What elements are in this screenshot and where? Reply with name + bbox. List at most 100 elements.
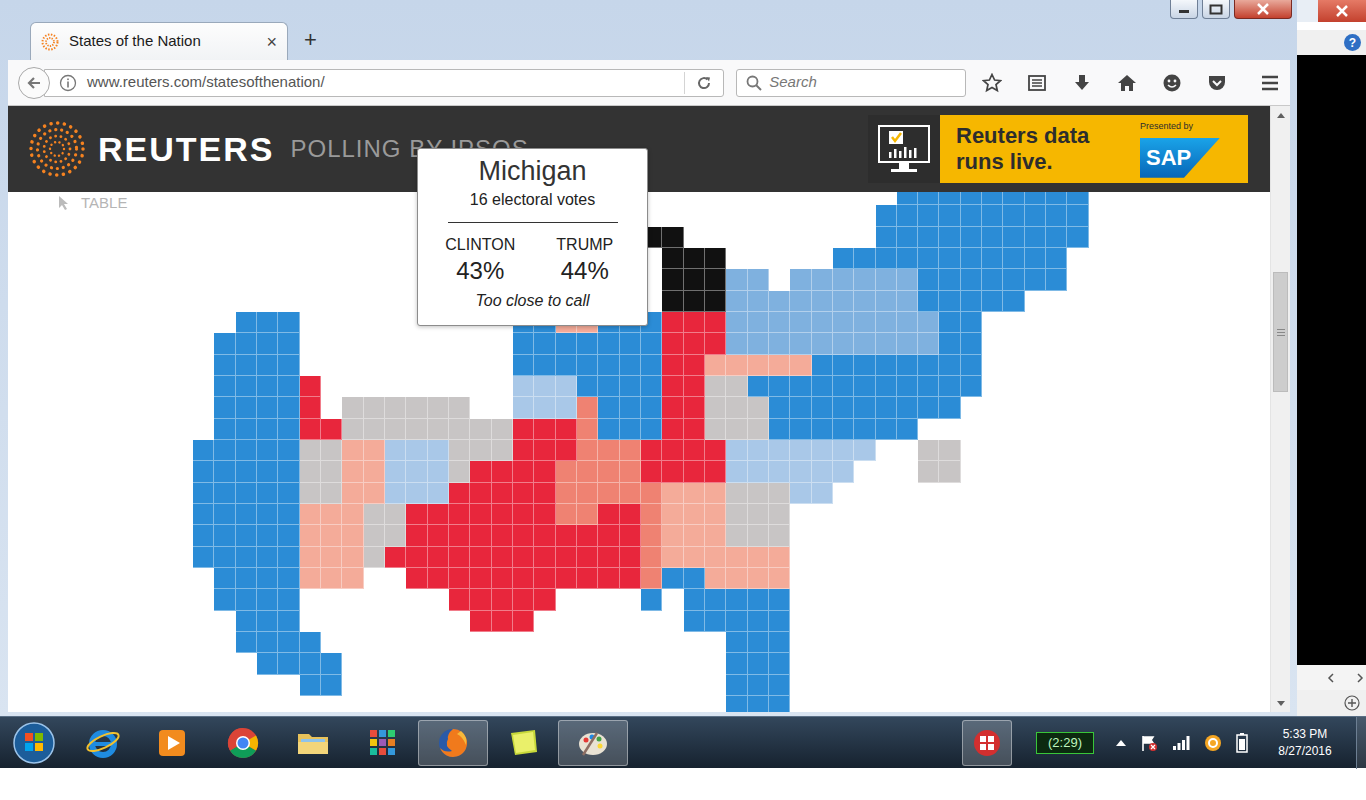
map-cell[interactable]: [577, 397, 598, 418]
map-cell[interactable]: [193, 461, 214, 482]
map-cell[interactable]: [257, 653, 278, 674]
scroll-right-icon[interactable]: [1356, 673, 1364, 683]
map-cell[interactable]: [769, 547, 790, 568]
map-cell[interactable]: [492, 440, 513, 461]
map-cell[interactable]: [662, 269, 683, 290]
map-cell[interactable]: [278, 589, 299, 610]
map-cell[interactable]: [748, 611, 769, 632]
map-cell[interactable]: [897, 397, 918, 418]
map-cell[interactable]: [641, 419, 662, 440]
map-cell[interactable]: [492, 589, 513, 610]
map-cell[interactable]: [342, 525, 363, 546]
map-cell[interactable]: [705, 461, 726, 482]
map-cell[interactable]: [854, 333, 875, 354]
map-cell[interactable]: [812, 397, 833, 418]
map-cell[interactable]: [257, 419, 278, 440]
map-cell[interactable]: [1046, 227, 1067, 248]
map-cell[interactable]: [812, 440, 833, 461]
map-cell[interactable]: [918, 333, 939, 354]
map-cell[interactable]: [534, 376, 555, 397]
map-cell[interactable]: [790, 355, 811, 376]
start-button[interactable]: [0, 718, 68, 768]
map-cell[interactable]: [278, 568, 299, 589]
zoom-in-icon[interactable]: [1344, 695, 1360, 711]
map-cell[interactable]: [556, 376, 577, 397]
map-cell[interactable]: [513, 419, 534, 440]
map-cell[interactable]: [556, 419, 577, 440]
map-cell[interactable]: [1067, 205, 1088, 226]
map-cell[interactable]: [705, 504, 726, 525]
map-cell[interactable]: [577, 483, 598, 504]
map-cell[interactable]: [876, 291, 897, 312]
taskbar-app[interactable]: [488, 720, 558, 766]
map-cell[interactable]: [1003, 248, 1024, 269]
map-cell[interactable]: [620, 568, 641, 589]
map-cell[interactable]: [278, 547, 299, 568]
map-cell[interactable]: [321, 675, 342, 696]
map-cell[interactable]: [684, 611, 705, 632]
map-cell[interactable]: [1025, 192, 1046, 205]
map-cell[interactable]: [748, 269, 769, 290]
map-cell[interactable]: [641, 483, 662, 504]
map-cell[interactable]: [513, 547, 534, 568]
map-cell[interactable]: [385, 504, 406, 525]
map-cell[interactable]: [257, 525, 278, 546]
map-cell[interactable]: [278, 483, 299, 504]
taskbar-app[interactable]: [418, 720, 488, 766]
map-cell[interactable]: [406, 568, 427, 589]
map-cell[interactable]: [726, 355, 747, 376]
map-cell[interactable]: [833, 355, 854, 376]
map-cell[interactable]: [982, 291, 1003, 312]
map-cell[interactable]: [257, 376, 278, 397]
map-cell[interactable]: [939, 461, 960, 482]
map-cell[interactable]: [492, 568, 513, 589]
map-cell[interactable]: [449, 589, 470, 610]
map-cell[interactable]: [833, 397, 854, 418]
map-cell[interactable]: [492, 419, 513, 440]
map-cell[interactable]: [982, 227, 1003, 248]
map-cell[interactable]: [684, 397, 705, 418]
map-cell[interactable]: [726, 653, 747, 674]
map-cell[interactable]: [748, 547, 769, 568]
map-cell[interactable]: [748, 440, 769, 461]
map-cell[interactable]: [769, 653, 790, 674]
map-cell[interactable]: [513, 461, 534, 482]
map-cell[interactable]: [684, 419, 705, 440]
minimize-button[interactable]: [1170, 0, 1198, 19]
map-cell[interactable]: [939, 333, 960, 354]
map-cell[interactable]: [705, 333, 726, 354]
map-cell[interactable]: [876, 376, 897, 397]
map-cell[interactable]: [726, 419, 747, 440]
map-cell[interactable]: [214, 483, 235, 504]
map-cell[interactable]: [385, 547, 406, 568]
taskbar-app[interactable]: [558, 720, 628, 766]
map-cell[interactable]: [705, 483, 726, 504]
map-cell[interactable]: [897, 355, 918, 376]
map-cell[interactable]: [833, 333, 854, 354]
map-cell[interactable]: [726, 461, 747, 482]
map-cell[interactable]: [833, 461, 854, 482]
map-cell[interactable]: [748, 312, 769, 333]
map-cell[interactable]: [684, 504, 705, 525]
map-cell[interactable]: [214, 355, 235, 376]
orange-app-icon[interactable]: [1204, 734, 1222, 752]
map-cell[interactable]: [705, 397, 726, 418]
map-cell[interactable]: [300, 440, 321, 461]
search-field[interactable]: [736, 69, 966, 97]
map-cell[interactable]: [470, 547, 491, 568]
map-cell[interactable]: [726, 525, 747, 546]
map-cell[interactable]: [705, 419, 726, 440]
map-cell[interactable]: [406, 483, 427, 504]
map-cell[interactable]: [833, 419, 854, 440]
map-cell[interactable]: [705, 269, 726, 290]
map-cell[interactable]: [833, 440, 854, 461]
map-cell[interactable]: [236, 568, 257, 589]
map-cell[interactable]: [257, 397, 278, 418]
map-cell[interactable]: [364, 504, 385, 525]
scroll-down-icon[interactable]: [1277, 701, 1285, 707]
map-cell[interactable]: [748, 589, 769, 610]
map-cell[interactable]: [854, 248, 875, 269]
map-cell[interactable]: [278, 333, 299, 354]
map-cell[interactable]: [939, 269, 960, 290]
map-cell[interactable]: [705, 589, 726, 610]
